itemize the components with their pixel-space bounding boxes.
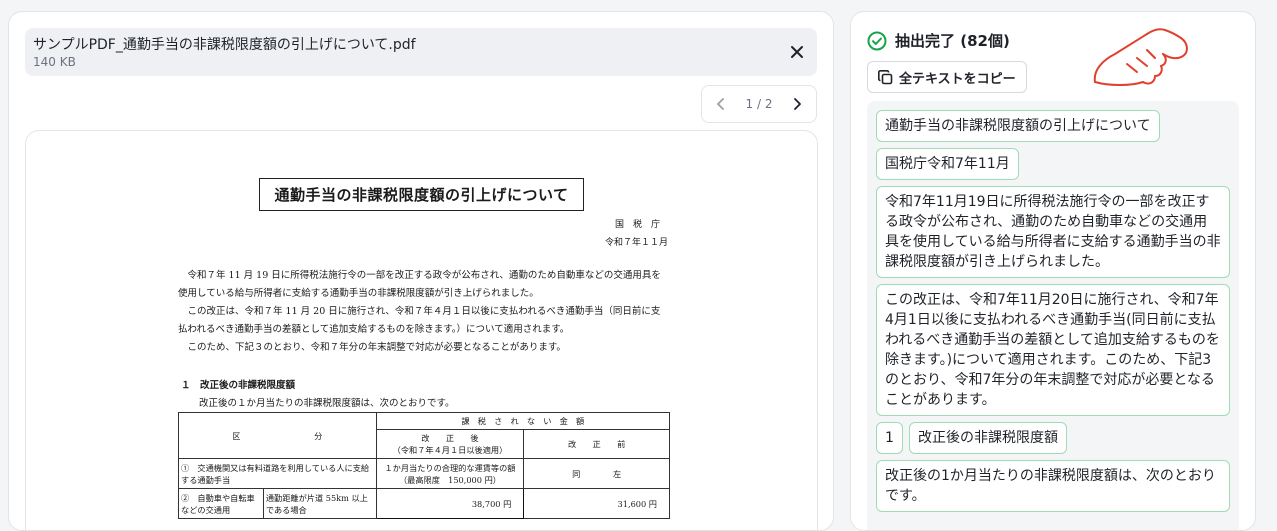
- document-paragraph-2: この改正は、令和７年 11 月 20 日に施行され、令和７年４月１日以後に支払わ…: [178, 306, 661, 335]
- table-row-2-before: 31,600 円: [523, 488, 670, 519]
- chevron-left-icon: [717, 98, 724, 110]
- document-issuer: 国税庁: [614, 220, 669, 230]
- page-indicator: 1 / 2: [745, 97, 773, 111]
- table-row-2-after: 38,700 円: [375, 488, 525, 519]
- extraction-status: 抽出完了 (82個): [867, 30, 1010, 51]
- table-header-after-label: 改 正 後: [421, 433, 479, 443]
- next-page-button[interactable]: [788, 95, 806, 113]
- prev-page-button[interactable]: [712, 95, 730, 113]
- chevron-right-icon: [794, 98, 801, 110]
- close-file-button[interactable]: [785, 40, 809, 64]
- table-row-1-after-text: １か月当たりの合理的な運賃等の額: [384, 462, 516, 473]
- status-text: 抽出完了 (82個): [895, 32, 1010, 50]
- document-paragraph-3: このため、下記３のとおり、令和７年分の年末調整で対応が必要となることがあります。: [178, 342, 566, 353]
- text-chip[interactable]: 国税庁令和7年11月: [876, 148, 1019, 180]
- pdf-viewer-panel: サンプルPDF_通勤手当の非課税限度額の引上げについて.pdf 140 KB 1…: [8, 11, 834, 531]
- pdf-document-content: 通勤手当の非課税限度額の引上げについて 国税庁 令和７年１１月 令和７年 11 …: [26, 131, 817, 530]
- table-header-category: 区 分: [178, 412, 377, 459]
- table-header-after: 改 正 後 （令和７年４月１日以後適用）: [375, 429, 525, 459]
- section-body: 改正後の１か月当たりの非課税限度額は、次のとおりです。: [199, 398, 455, 409]
- table-row-1-before: 同 左: [523, 458, 670, 489]
- file-name: サンプルPDF_通勤手当の非課税限度額の引上げについて.pdf: [33, 37, 416, 53]
- document-title: 通勤手当の非課税限度額の引上げについて: [259, 178, 584, 211]
- table-row-1-after: １か月当たりの合理的な運賃等の額 （最高限度 150,000 円）: [375, 458, 525, 489]
- copy-all-text-button[interactable]: 全テキストをコピー: [867, 61, 1027, 93]
- table-row-1-label: ① 交通機関又は有料道路を利用している人に支給する通勤手当: [178, 458, 377, 489]
- close-icon: [791, 46, 803, 58]
- table-header-after-note: （令和７年４月１日以後適用）: [392, 445, 508, 455]
- text-chip[interactable]: 通勤手当の非課税限度額の引上げについて: [876, 110, 1160, 142]
- table-row-1-after-note: （最高限度 150,000 円）: [398, 474, 501, 485]
- text-chip[interactable]: 令和7年11月19日に所得税法施行令の一部を改正する政令が公布され、通勤のため自…: [876, 186, 1230, 278]
- page-navigator: 1 / 2: [701, 85, 817, 123]
- extracted-text-list: 通勤手当の非課税限度額の引上げについて 国税庁令和7年11月 令和7年11月19…: [867, 101, 1239, 530]
- pdf-page-preview: 通勤手当の非課税限度額の引上げについて 国税庁 令和７年１１月 令和７年 11 …: [25, 130, 818, 530]
- table-row-2-label: ② 自動車や自転車などの交通用: [178, 488, 264, 519]
- text-chip[interactable]: 改正後の1か月当たりの非課税限度額は、次のとおりです。: [876, 460, 1230, 512]
- file-info-bar: サンプルPDF_通勤手当の非課税限度額の引上げについて.pdf 140 KB: [25, 28, 817, 76]
- table-header-before: 改 正 前: [523, 429, 670, 459]
- extraction-result-panel: 抽出完了 (82個) 全テキストをコピー 通勤手当の非課税限度額の引上げについて…: [850, 11, 1256, 531]
- text-chip[interactable]: 1: [876, 422, 903, 454]
- copy-all-label: 全テキストをコピー: [899, 71, 1016, 87]
- copy-icon: [878, 69, 893, 84]
- table-row-2-sub: 通勤距離が片道 55km 以上である場合: [262, 488, 377, 519]
- document-paragraph-1: 令和７年 11 月 19 日に所得税法施行令の一部を改正する政令が公布され、通勤…: [178, 270, 661, 299]
- text-chip[interactable]: この改正は、令和7年11月20日に施行され、令和7年4月1日以後に支払われるべき…: [876, 284, 1230, 416]
- limit-table: 区 分 課 税 さ れ な い 金 額 改 正 後（令和７年４月１日以後適用） …: [178, 412, 671, 519]
- pointing-hand-icon: [1093, 28, 1188, 86]
- check-circle-icon: [867, 31, 887, 50]
- section-heading: １ 改正後の非課税限度額: [181, 380, 296, 391]
- file-size: 140 KB: [33, 55, 76, 69]
- text-chip[interactable]: 改正後の非課税限度額: [909, 422, 1067, 454]
- table-header-amount: 課 税 さ れ な い 金 額: [375, 412, 671, 430]
- document-date: 令和７年１１月: [604, 238, 668, 248]
